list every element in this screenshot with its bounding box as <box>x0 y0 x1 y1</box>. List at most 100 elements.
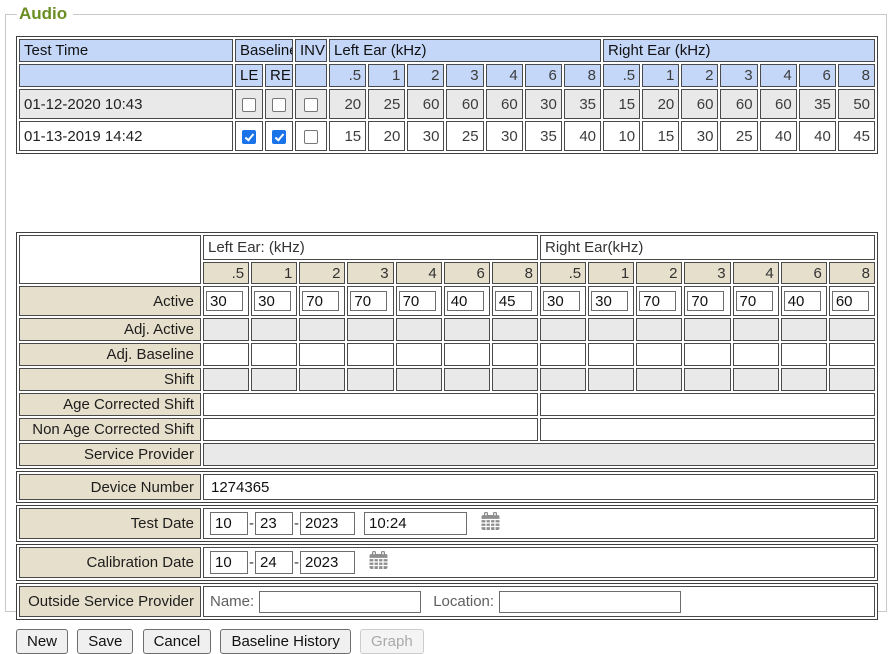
freq-tick-cell: 8 <box>829 262 875 284</box>
adj-active-cell <box>396 318 442 341</box>
baseline-re-checkbox[interactable] <box>272 98 286 112</box>
shift-cell <box>636 368 682 391</box>
test-time-cell: 01-12-2020 10:43 <box>19 89 233 119</box>
shift-cell <box>781 368 827 391</box>
calendar-icon[interactable] <box>480 511 501 536</box>
adj-baseline-cell <box>444 343 490 366</box>
baseline-history-button[interactable]: Baseline History <box>220 629 350 654</box>
freq-header-cell: 8 <box>838 64 875 87</box>
active-threshold-input[interactable] <box>254 291 291 311</box>
active-threshold-input[interactable] <box>687 291 724 311</box>
active-cell <box>684 286 730 316</box>
active-threshold-input[interactable] <box>302 291 339 311</box>
history-header-row: Test Time Baseline INV Left Ear (kHz) Ri… <box>19 39 875 62</box>
cancel-button[interactable]: Cancel <box>143 629 212 654</box>
non-age-corrected-shift-right-cell <box>540 418 875 441</box>
active-threshold-input[interactable] <box>736 291 773 311</box>
test-date-day-input[interactable] <box>255 512 293 535</box>
audio-fieldset: Audio Test Time Baseline INV Left Ear (k… <box>5 4 887 612</box>
adj-baseline-cell <box>684 343 730 366</box>
adj-baseline-cell <box>540 343 586 366</box>
adj-baseline-row: Adj. Baseline <box>19 343 875 366</box>
active-threshold-input[interactable] <box>206 291 243 311</box>
freq-tick-cell: 1 <box>588 262 634 284</box>
calibration-month-input[interactable] <box>210 551 248 574</box>
threshold-cell: 60 <box>720 89 757 119</box>
shift-cell <box>540 368 586 391</box>
freq-tick-cell: 8 <box>492 262 538 284</box>
detail-left-ear-header: Left Ear: (kHz) <box>203 235 538 260</box>
active-threshold-input[interactable] <box>543 291 580 311</box>
threshold-cell: 15 <box>642 121 679 151</box>
baseline-le-checkbox[interactable] <box>242 130 256 144</box>
col-header-right-ear: Right Ear (kHz) <box>603 39 875 62</box>
history-row: 01-13-2019 14:42 15 20 30 25 30 35 40 10… <box>19 121 875 151</box>
calendar-icon[interactable] <box>368 550 389 575</box>
date-separator: - <box>249 515 254 532</box>
active-threshold-input[interactable] <box>399 291 436 311</box>
adj-active-cell <box>203 318 249 341</box>
active-threshold-input[interactable] <box>350 291 387 311</box>
baseline-le-cell <box>235 121 263 151</box>
active-threshold-input[interactable] <box>784 291 821 311</box>
adj-active-cell <box>781 318 827 341</box>
freq-header-cell: 2 <box>681 64 718 87</box>
baseline-re-checkbox[interactable] <box>272 130 286 144</box>
active-cell <box>540 286 586 316</box>
inv-checkbox[interactable] <box>304 130 318 144</box>
inv-cell <box>295 89 327 119</box>
adj-baseline-cell <box>396 343 442 366</box>
row-label-adj-active: Adj. Active <box>19 318 201 341</box>
threshold-cell: 60 <box>407 89 444 119</box>
age-corrected-shift-right-cell <box>540 393 875 416</box>
test-date-year-input[interactable] <box>300 512 355 535</box>
adj-active-cell <box>588 318 634 341</box>
freq-header-cell: 4 <box>760 64 797 87</box>
test-date-month-input[interactable] <box>210 512 248 535</box>
active-threshold-input[interactable] <box>447 291 484 311</box>
shift-cell <box>299 368 345 391</box>
threshold-cell: 30 <box>407 121 444 151</box>
active-threshold-input[interactable] <box>639 291 676 311</box>
threshold-cell: 40 <box>760 121 797 151</box>
active-cell <box>251 286 297 316</box>
inv-checkbox[interactable] <box>304 98 318 112</box>
threshold-cell: 60 <box>446 89 483 119</box>
calibration-year-input[interactable] <box>300 551 355 574</box>
freq-tick-cell: 3 <box>347 262 393 284</box>
calibration-day-input[interactable] <box>255 551 293 574</box>
shift-cell <box>396 368 442 391</box>
active-cell <box>829 286 875 316</box>
baseline-le-cell <box>235 89 263 119</box>
non-age-corrected-shift-left-cell <box>203 418 538 441</box>
adj-baseline-cell <box>781 343 827 366</box>
adj-active-cell <box>540 318 586 341</box>
freq-tick-cell: 2 <box>636 262 682 284</box>
threshold-cell: 20 <box>642 89 679 119</box>
osp-name-input[interactable] <box>259 591 421 613</box>
adj-active-cell <box>733 318 779 341</box>
adj-active-cell <box>444 318 490 341</box>
active-threshold-input[interactable] <box>591 291 628 311</box>
save-button[interactable]: Save <box>77 629 133 654</box>
osp-location-input[interactable] <box>499 591 681 613</box>
inv-cell <box>295 121 327 151</box>
detail-right-ear-header: Right Ear(kHz) <box>540 235 875 260</box>
osp-name-label: Name: <box>210 593 254 610</box>
subheader-re: RE <box>265 64 293 87</box>
freq-tick-cell: 1 <box>251 262 297 284</box>
button-row: New Save Cancel Baseline History Graph <box>16 629 878 654</box>
subheader-le: LE <box>235 64 263 87</box>
row-label-active: Active <box>19 286 201 316</box>
new-button[interactable]: New <box>16 629 68 654</box>
active-threshold-input[interactable] <box>832 291 869 311</box>
freq-tick-cell: 2 <box>299 262 345 284</box>
baseline-le-checkbox[interactable] <box>242 98 256 112</box>
active-cell <box>444 286 490 316</box>
adj-baseline-cell <box>588 343 634 366</box>
test-time-input[interactable] <box>364 512 467 535</box>
age-corrected-shift-left-cell <box>203 393 538 416</box>
threshold-cell: 60 <box>486 89 523 119</box>
active-cell <box>733 286 779 316</box>
active-threshold-input[interactable] <box>495 291 532 311</box>
